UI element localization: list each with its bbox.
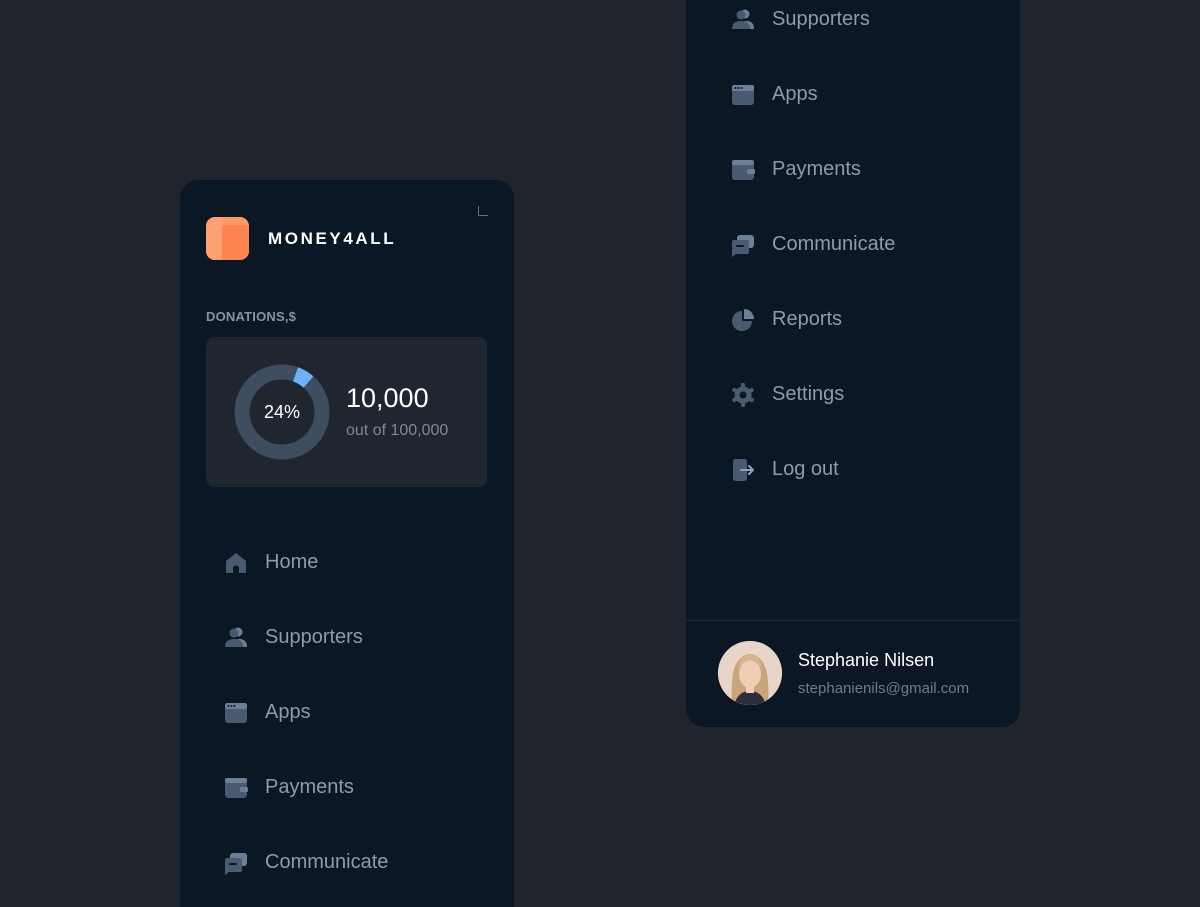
donation-percent: 24% bbox=[263, 401, 301, 422]
chat-icon bbox=[223, 850, 249, 876]
apps-icon bbox=[223, 700, 249, 726]
brand-name: MONEY4ALL bbox=[268, 228, 397, 248]
collapse-icon[interactable] bbox=[478, 206, 488, 216]
nav-label: Payments bbox=[772, 158, 861, 180]
nav-item-supporters[interactable]: Supporters bbox=[686, 0, 1020, 57]
nav-label: Apps bbox=[265, 701, 311, 723]
nav-label: Settings bbox=[772, 383, 845, 405]
nav-label: Communicate bbox=[265, 851, 389, 873]
nav-item-payments[interactable]: Payments bbox=[686, 132, 1020, 207]
sidebar-scrolled: Supporters Apps Payments Communicate Rep… bbox=[686, 0, 1020, 727]
nav-item-payments[interactable]: Payments bbox=[180, 750, 514, 825]
users-icon bbox=[730, 7, 756, 33]
nav-label: Supporters bbox=[265, 626, 363, 648]
wallet-icon bbox=[730, 157, 756, 183]
home-icon bbox=[223, 550, 249, 576]
apps-icon bbox=[730, 82, 756, 108]
donation-goal: out of 100,000 bbox=[346, 422, 449, 439]
donation-card: 24% 10,000 out of 100,000 bbox=[206, 337, 487, 487]
nav-item-logout[interactable]: Log out bbox=[686, 432, 1020, 507]
chat-icon bbox=[730, 232, 756, 258]
wallet-icon bbox=[223, 775, 249, 801]
sidebar-expanded: MONEY4ALL DONATIONS,$ 24% 10,000 out of … bbox=[180, 180, 514, 907]
nav-item-settings[interactable]: Settings bbox=[686, 357, 1020, 432]
nav-label: Home bbox=[265, 551, 319, 573]
right-nav: Supporters Apps Payments Communicate Rep… bbox=[686, 0, 1020, 507]
nav-label: Communicate bbox=[772, 233, 896, 255]
gear-icon bbox=[730, 382, 756, 408]
nav-item-supporters[interactable]: Supporters bbox=[180, 600, 514, 675]
logo-icon bbox=[206, 217, 249, 260]
user-email: stephanienils@gmail.com bbox=[798, 679, 970, 697]
divider bbox=[686, 620, 1020, 621]
nav-item-communicate[interactable]: Communicate bbox=[180, 825, 514, 900]
nav-label: Apps bbox=[772, 83, 818, 105]
nav-label: Payments bbox=[265, 776, 354, 798]
users-icon bbox=[223, 625, 249, 651]
nav-label: Reports bbox=[772, 308, 843, 330]
logout-icon bbox=[730, 457, 756, 483]
nav-item-apps[interactable]: Apps bbox=[686, 57, 1020, 132]
stage: MONEY4ALL DONATIONS,$ 24% 10,000 out of … bbox=[0, 0, 1200, 907]
donations-label: DONATIONS,$ bbox=[206, 309, 297, 324]
left-nav: Home Supporters Apps Payments Communicat… bbox=[180, 525, 514, 900]
avatar[interactable] bbox=[718, 641, 782, 705]
donation-amount: 10,000 bbox=[346, 383, 429, 413]
nav-label: Log out bbox=[772, 458, 839, 480]
pie-chart-icon bbox=[730, 307, 756, 333]
nav-item-reports[interactable]: Reports bbox=[686, 282, 1020, 357]
nav-label: Supporters bbox=[772, 8, 870, 30]
user-name: Stephanie Nilsen bbox=[798, 649, 935, 670]
user-profile[interactable]: Stephanie Nilsen stephanienils@gmail.com bbox=[718, 641, 969, 705]
nav-item-apps[interactable]: Apps bbox=[180, 675, 514, 750]
nav-item-home[interactable]: Home bbox=[180, 525, 514, 600]
brand[interactable]: MONEY4ALL bbox=[206, 217, 396, 260]
nav-item-communicate[interactable]: Communicate bbox=[686, 207, 1020, 282]
